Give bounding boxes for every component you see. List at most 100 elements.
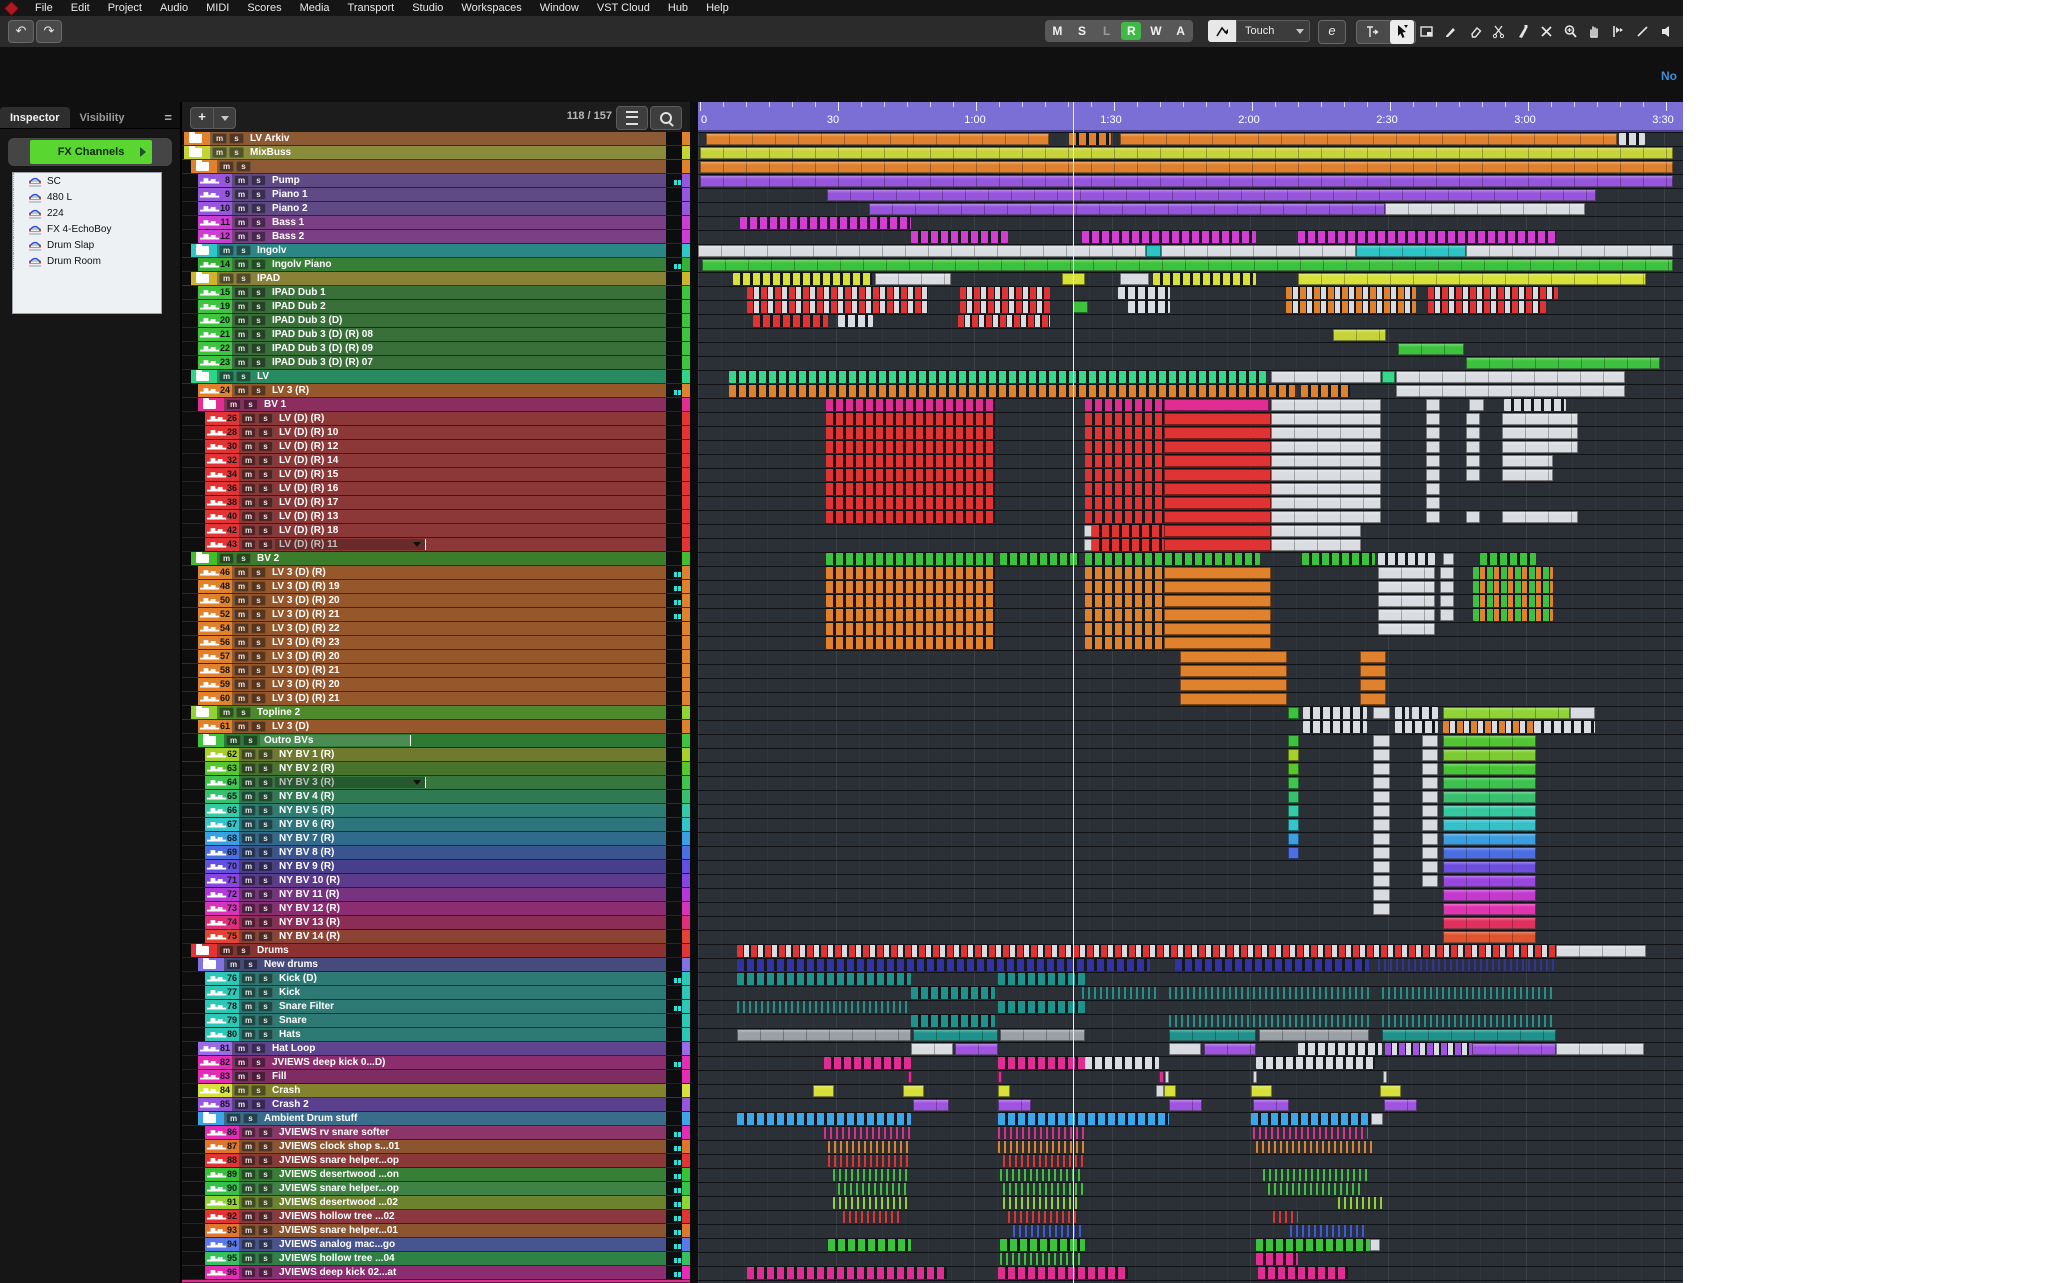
- folder-track-row[interactable]: msAmbient Drum stuff: [182, 1112, 690, 1126]
- mute-button[interactable]: m: [241, 791, 256, 802]
- track-row[interactable]: ▂▆▃▅▂73msNY BV 12 (R): [182, 902, 690, 916]
- audio-event-clip[interactable]: [1422, 805, 1438, 817]
- audio-event-clip[interactable]: [1382, 987, 1556, 999]
- audio-event-clip[interactable]: [1164, 399, 1269, 411]
- arrangement-track-lane[interactable]: [698, 1210, 1683, 1224]
- track-row[interactable]: ▂▆▃▅▂14msIngolv Piano: [182, 258, 690, 272]
- audio-event-clip[interactable]: [1301, 385, 1350, 397]
- waveform-icon[interactable]: ▂▆▃▅▂59: [198, 678, 232, 691]
- track-name[interactable]: LV (D) (R) 14: [273, 454, 666, 467]
- waveform-icon[interactable]: ▂▆▃▅▂76: [205, 972, 239, 985]
- audio-event-clip[interactable]: [1085, 441, 1164, 453]
- track-row[interactable]: ▂▆▃▅▂67msNY BV 6 (R): [182, 818, 690, 832]
- audio-event-clip[interactable]: [1426, 441, 1440, 453]
- solo-button[interactable]: s: [251, 665, 266, 676]
- audio-event-clip[interactable]: [1466, 245, 1673, 257]
- track-name[interactable]: NY BV 2 (R): [273, 762, 666, 775]
- waveform-icon[interactable]: ▂▆▃▅▂91: [205, 1196, 239, 1209]
- track-row[interactable]: ▂▆▃▅▂66msNY BV 5 (R): [182, 804, 690, 818]
- solo-button[interactable]: s: [258, 805, 273, 816]
- track-row[interactable]: ▂▆▃▅▂77msKick: [182, 986, 690, 1000]
- audio-event-clip[interactable]: [1263, 1169, 1368, 1181]
- mute-button[interactable]: m: [226, 1113, 241, 1124]
- mute-button[interactable]: m: [241, 889, 256, 900]
- audio-event-clip[interactable]: [1473, 609, 1553, 621]
- audio-event-clip[interactable]: [1164, 567, 1271, 579]
- global-m-button[interactable]: M: [1047, 22, 1067, 40]
- waveform-icon[interactable]: ▂▆▃▅▂21: [198, 328, 232, 341]
- mute-button[interactable]: m: [241, 539, 256, 550]
- waveform-icon[interactable]: ▂▆▃▅▂61: [198, 720, 232, 733]
- arrangement-track-lane[interactable]: [698, 888, 1683, 902]
- track-name[interactable]: JVIEWS analog mac...go: [273, 1238, 666, 1251]
- audio-event-clip[interactable]: [913, 1029, 998, 1041]
- waveform-icon[interactable]: ▂▆▃▅▂72: [205, 888, 239, 901]
- arrangement-track-lane[interactable]: [698, 1182, 1683, 1196]
- mute-button[interactable]: m: [234, 623, 249, 634]
- mute-button[interactable]: m: [241, 427, 256, 438]
- audio-event-clip[interactable]: [1373, 889, 1390, 901]
- audio-event-clip[interactable]: [1169, 1043, 1201, 1055]
- audio-event-clip[interactable]: [1534, 721, 1595, 733]
- mute-button[interactable]: m: [234, 693, 249, 704]
- track-row[interactable]: ▂▆▃▅▂69msNY BV 8 (R): [182, 846, 690, 860]
- track-row[interactable]: ▂▆▃▅▂60msLV 3 (D) (R) 21: [182, 692, 690, 706]
- audio-event-clip[interactable]: [1169, 1099, 1202, 1111]
- audio-event-clip[interactable]: [1443, 847, 1536, 859]
- track-name[interactable]: NY BV 7 (R): [273, 832, 666, 845]
- audio-event-clip[interactable]: [826, 581, 995, 593]
- mute-button[interactable]: m: [241, 1169, 256, 1180]
- audio-event-clip[interactable]: [1504, 399, 1566, 411]
- tool-zoom-icon[interactable]: [1558, 20, 1582, 44]
- audio-event-clip[interactable]: [1378, 581, 1435, 593]
- audio-event-clip[interactable]: [998, 973, 1085, 985]
- audio-event-clip[interactable]: [1073, 301, 1088, 313]
- audio-event-clip[interactable]: [1302, 553, 1375, 565]
- track-row[interactable]: ▂▆▃▅▂52msLV 3 (D) (R) 21: [182, 608, 690, 622]
- audio-event-clip[interactable]: [700, 147, 1673, 159]
- folder-track-row[interactable]: msNew drums: [182, 958, 690, 972]
- solo-button[interactable]: s: [258, 987, 273, 998]
- solo-button[interactable]: s: [251, 301, 266, 312]
- track-name[interactable]: JVIEWS desertwood ...02: [273, 1196, 666, 1209]
- solo-button[interactable]: s: [243, 959, 258, 970]
- audio-event-clip[interactable]: [1271, 469, 1381, 481]
- waveform-icon[interactable]: ▂▆▃▅▂79: [205, 1014, 239, 1027]
- audio-event-clip[interactable]: [838, 1183, 908, 1195]
- mute-button[interactable]: m: [234, 1085, 249, 1096]
- audio-event-clip[interactable]: [1251, 1085, 1272, 1097]
- track-row[interactable]: ▂▆▃▅▂46msLV 3 (D) (R): [182, 566, 690, 580]
- arrangement-track-lane[interactable]: [698, 398, 1683, 412]
- mute-button[interactable]: m: [241, 1127, 256, 1138]
- solo-button[interactable]: s: [251, 1099, 266, 1110]
- track-name[interactable]: Snare: [273, 1014, 666, 1027]
- track-row[interactable]: ▂▆▃▅▂22msIPAD Dub 3 (D) (R) 09: [182, 342, 690, 356]
- mute-button[interactable]: m: [241, 749, 256, 760]
- audio-event-clip[interactable]: [1271, 413, 1381, 425]
- audio-event-clip[interactable]: [1333, 329, 1386, 341]
- fx-channel-item[interactable]: SC: [13, 173, 161, 189]
- audio-event-clip[interactable]: [1092, 525, 1164, 537]
- waveform-icon[interactable]: ▂▆▃▅▂15: [198, 286, 232, 299]
- track-row[interactable]: ▂▆▃▅▂38msLV (D) (R) 17: [182, 496, 690, 510]
- folder-icon[interactable]: [184, 132, 210, 145]
- mute-button[interactable]: m: [241, 1197, 256, 1208]
- mute-button[interactable]: m: [226, 735, 241, 746]
- tab-visibility[interactable]: Visibility: [70, 107, 135, 128]
- mute-button[interactable]: m: [234, 651, 249, 662]
- redo-button[interactable]: ↷: [36, 20, 62, 43]
- audio-event-clip[interactable]: [1466, 511, 1480, 523]
- menu-item-workspaces[interactable]: Workspaces: [452, 0, 530, 16]
- tab-inspector[interactable]: Inspector: [0, 107, 70, 128]
- audio-event-clip[interactable]: [1396, 371, 1625, 383]
- track-name[interactable]: Kick: [273, 986, 666, 999]
- mute-button[interactable]: m: [219, 707, 234, 718]
- audio-event-clip[interactable]: [1570, 707, 1595, 719]
- track-row[interactable]: ▂▆▃▅▂20msIPAD Dub 3 (D): [182, 314, 690, 328]
- track-name[interactable]: IPAD Dub 3 (D) (R) 09: [266, 342, 666, 355]
- track-name[interactable]: LV 3 (D) (R) 21: [266, 608, 666, 621]
- folder-icon[interactable]: [191, 160, 217, 173]
- track-row[interactable]: ▂▆▃▅▂72msNY BV 11 (R): [182, 888, 690, 902]
- audio-event-clip[interactable]: [1360, 693, 1386, 705]
- solo-button[interactable]: s: [258, 427, 273, 438]
